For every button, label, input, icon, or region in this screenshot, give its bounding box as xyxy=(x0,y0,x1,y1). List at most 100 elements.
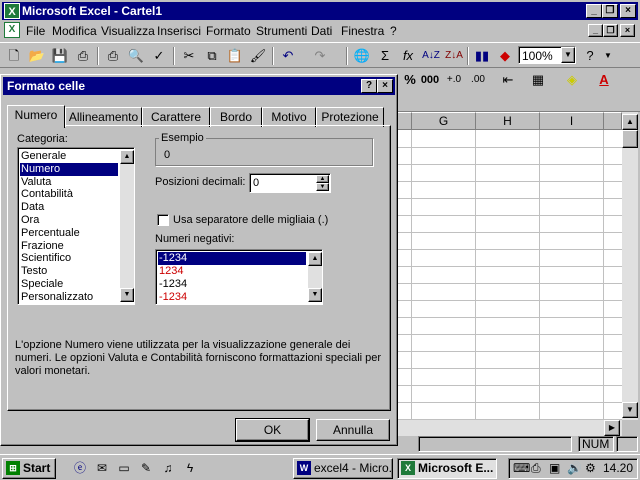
thousands-separator-checkbox[interactable] xyxy=(157,214,169,226)
chevron-down-icon[interactable]: ▼ xyxy=(598,47,618,65)
fill-color-icon[interactable]: ◈ xyxy=(562,71,582,89)
internet-explorer-icon[interactable]: ⓔ xyxy=(72,460,88,476)
doc-minimize-button[interactable]: _ xyxy=(588,24,603,37)
category-item[interactable]: Speciale xyxy=(20,278,118,291)
borders-icon[interactable]: ▦ xyxy=(528,71,548,89)
paste-icon[interactable]: 📋 xyxy=(225,47,245,65)
desktop-icon[interactable]: ▭ xyxy=(116,460,132,476)
indent-icon[interactable]: ⇤ xyxy=(498,71,518,89)
scroll-down-button[interactable]: ▼ xyxy=(622,402,638,418)
formula-bar[interactable] xyxy=(396,94,640,112)
category-item[interactable]: Generale xyxy=(20,150,118,163)
doc-close-button[interactable]: × xyxy=(620,24,635,37)
format-painter-icon[interactable]: 🖌 xyxy=(248,47,268,65)
tab-numero[interactable]: Numero xyxy=(7,105,65,128)
channels-icon[interactable]: ✎ xyxy=(138,460,154,476)
menu-finestra[interactable]: Finestra xyxy=(341,24,384,38)
open-icon[interactable]: 📂 xyxy=(27,47,47,65)
scroll-up-button[interactable]: ▲ xyxy=(120,150,134,164)
minimize-button[interactable]: _ xyxy=(586,4,602,18)
undo-icon[interactable]: ↶ xyxy=(278,47,298,65)
hyperlink-icon[interactable]: 🌐 xyxy=(352,47,372,65)
tab-motivo[interactable]: Motivo xyxy=(262,107,316,127)
menu-formato[interactable]: Formato xyxy=(206,24,251,38)
vertical-scrollbar[interactable]: ▲ ▼ xyxy=(622,112,638,420)
decimals-stepper[interactable]: 0 ▲ ▼ xyxy=(249,173,331,193)
start-button[interactable]: ⊞ Start xyxy=(2,458,56,479)
negative-format-item[interactable]: -1234 xyxy=(158,252,306,265)
save-icon[interactable]: 💾 xyxy=(50,47,70,65)
stepper-down-button[interactable]: ▼ xyxy=(316,183,329,191)
increase-decimal-icon[interactable]: +.0 xyxy=(444,71,464,89)
function-icon[interactable]: fx xyxy=(398,47,418,65)
menu-visualizza[interactable]: Visualizza xyxy=(101,24,155,38)
category-item[interactable]: Testo xyxy=(20,265,118,278)
menu-modifica[interactable]: Modifica xyxy=(52,24,97,38)
sort-descending-icon[interactable]: Z↓A xyxy=(444,47,464,65)
print-icon[interactable]: ⎙ xyxy=(73,47,93,65)
close-button[interactable]: × xyxy=(620,4,636,18)
autosum-icon[interactable]: Σ xyxy=(375,47,395,65)
menu-inserisci[interactable]: Inserisci xyxy=(157,24,201,38)
decrease-decimal-icon[interactable]: .00 xyxy=(468,71,488,89)
comma-style-icon[interactable]: 000 xyxy=(420,71,440,89)
restore-button[interactable]: ❐ xyxy=(602,4,618,18)
sort-ascending-icon[interactable]: A↓Z xyxy=(421,47,441,65)
clock[interactable]: 14.20 xyxy=(603,461,633,475)
menu-help[interactable]: ? xyxy=(390,24,397,38)
negative-format-item[interactable]: 1234 xyxy=(158,265,306,278)
printer-icon[interactable]: ⎙ xyxy=(531,461,541,476)
column-header-h[interactable]: H xyxy=(476,112,540,130)
redo-icon[interactable]: ↷ xyxy=(310,47,330,65)
spelling-icon[interactable]: ✓ xyxy=(149,47,169,65)
volume-icon[interactable]: 🔊 xyxy=(567,461,582,475)
dialog-help-button[interactable]: ? xyxy=(361,79,377,93)
scroll-down-button[interactable]: ▼ xyxy=(308,288,322,302)
negative-numbers-scrollbar[interactable]: ▲ ▼ xyxy=(308,252,322,302)
category-item[interactable]: Frazione xyxy=(20,240,118,253)
new-icon[interactable]: 🗋 xyxy=(4,47,24,65)
cancel-button[interactable]: Annulla xyxy=(316,419,390,441)
task-icon[interactable]: ⚙ xyxy=(585,461,596,475)
category-item[interactable]: Data xyxy=(20,201,118,214)
taskbar-button-excel[interactable]: X Microsoft E... xyxy=(397,458,497,479)
column-header[interactable] xyxy=(604,112,622,130)
category-item[interactable]: Contabilità xyxy=(20,188,118,201)
scroll-down-button[interactable]: ▼ xyxy=(120,288,134,302)
category-scrollbar[interactable]: ▲ ▼ xyxy=(120,150,134,302)
category-item[interactable]: Percentuale xyxy=(20,227,118,240)
category-item[interactable]: Numero xyxy=(20,162,118,176)
outlook-express-icon[interactable]: ✉ xyxy=(94,460,110,476)
scroll-thumb[interactable] xyxy=(622,130,638,148)
cut-icon[interactable]: ✂ xyxy=(179,47,199,65)
network-icon[interactable]: ⌨ xyxy=(513,461,530,475)
menu-strumenti[interactable]: Strumenti xyxy=(256,24,307,38)
category-item[interactable]: Ora xyxy=(20,214,118,227)
menu-dati[interactable]: Dati xyxy=(311,24,332,38)
tab-protezione[interactable]: Protezione xyxy=(316,107,384,127)
chart-wizard-icon[interactable]: ▮▮ xyxy=(472,47,492,65)
tab-allineamento[interactable]: Allineamento xyxy=(65,107,142,127)
column-header-i[interactable]: I xyxy=(540,112,604,130)
dialog-close-button[interactable]: × xyxy=(377,79,393,93)
category-item[interactable]: Valuta xyxy=(20,176,118,189)
preview-icon[interactable]: 🔍 xyxy=(126,47,146,65)
ok-button[interactable]: OK xyxy=(235,418,310,442)
menu-file[interactable]: File xyxy=(26,24,45,38)
category-item[interactable]: Personalizzato xyxy=(20,291,118,304)
tab-bordo[interactable]: Bordo xyxy=(210,107,262,127)
dialog-title-bar[interactable]: Formato celle ? × xyxy=(3,77,395,95)
quick-launch-icon[interactable]: ϟ xyxy=(182,460,198,476)
title-bar[interactable]: X Microsoft Excel - Cartel1 _ ❐ × xyxy=(2,2,638,20)
doc-restore-button[interactable]: ❐ xyxy=(603,24,618,37)
scroll-up-button[interactable]: ▲ xyxy=(622,114,638,130)
column-header-g[interactable]: G xyxy=(412,112,476,130)
column-header[interactable] xyxy=(396,112,412,130)
worksheet-grid[interactable]: G H I xyxy=(396,112,622,420)
stepper-up-button[interactable]: ▲ xyxy=(316,175,329,183)
negative-numbers-listbox[interactable]: -1234 1234 -1234 -1234 ▲ ▼ xyxy=(155,249,323,305)
negative-format-item[interactable]: -1234 xyxy=(158,278,306,291)
monitor-icon[interactable]: ▣ xyxy=(549,461,560,475)
copy-icon[interactable]: ⧉ xyxy=(202,47,222,65)
print-preview-icon[interactable]: ⎙ xyxy=(103,47,123,65)
